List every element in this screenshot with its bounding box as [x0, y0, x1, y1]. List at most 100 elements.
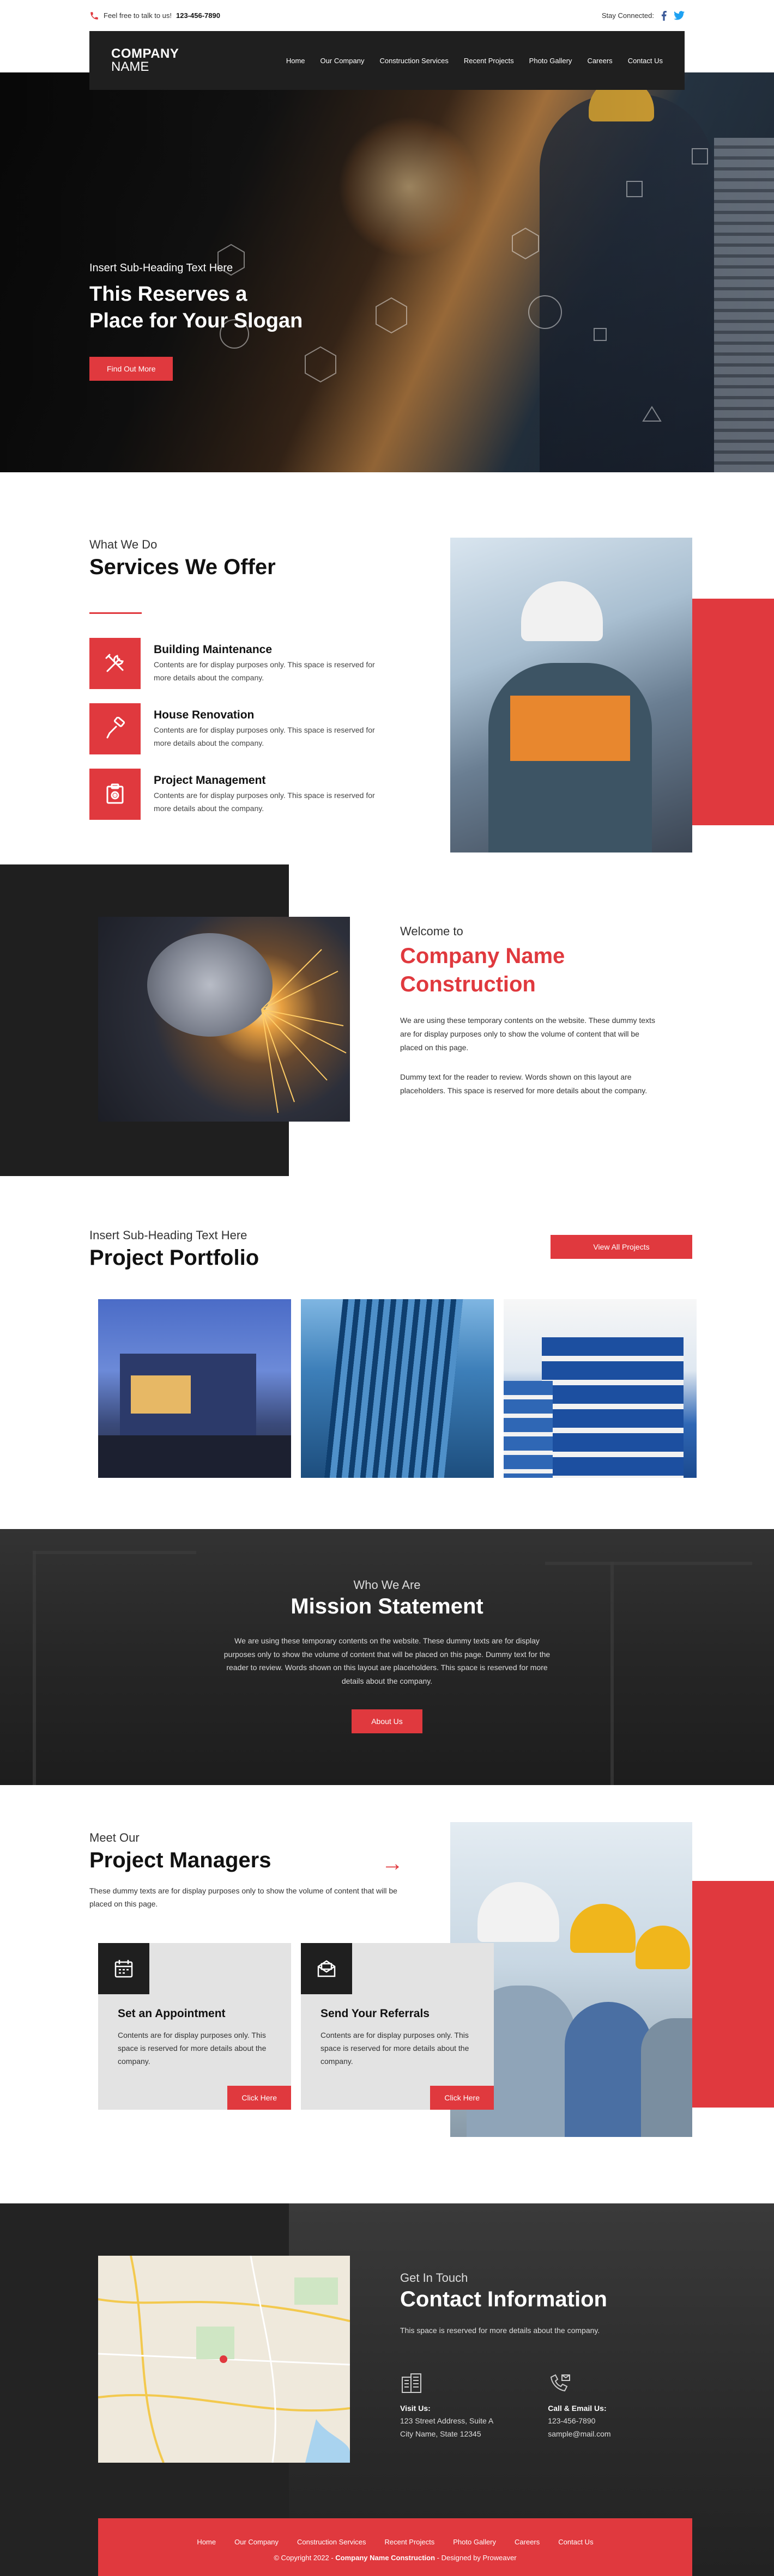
photo-helmet-yellow-2	[636, 1926, 690, 1969]
portfolio-image-apartments[interactable]	[504, 1299, 697, 1478]
appointment-click-here-button[interactable]: Click Here	[227, 2086, 291, 2110]
twitter-icon[interactable]	[674, 11, 685, 20]
photo-engineer-helmet	[521, 581, 603, 641]
building-icon	[402, 2373, 421, 2393]
contact-phone[interactable]: 123-456-7890	[548, 2416, 595, 2425]
photo-sparks	[261, 949, 347, 1113]
crane-arm-right	[545, 1562, 752, 1565]
footer-links: Home Our Company Construction Services R…	[98, 2518, 692, 2546]
services-accent-block	[692, 599, 774, 825]
map-graphic	[98, 2256, 350, 2463]
footer: Home Our Company Construction Services R…	[98, 2518, 692, 2576]
welcome-section: Welcome to Company Name Construction We …	[0, 864, 774, 1180]
stay-connected-label: Stay Connected:	[601, 11, 654, 20]
portfolio-image-modern-house[interactable]	[98, 1299, 291, 1478]
managers-accent-block	[692, 1881, 774, 2108]
address: 123 Street Address, Suite A City Name, S…	[400, 2415, 493, 2441]
address-line-2: City Name, State 12345	[400, 2429, 481, 2438]
portfolio-grid	[98, 1299, 697, 1478]
mission-eyebrow: Who We Are	[353, 1578, 421, 1592]
about-us-button[interactable]: About Us	[352, 1709, 422, 1733]
managers-heading: Meet Our Project Managers These dummy te…	[89, 1831, 416, 1911]
phone-icon	[90, 11, 98, 20]
main-navbar: COMPANY NAME Home Our Company Constructi…	[89, 31, 685, 90]
welcome-title-line2: Construction	[400, 972, 536, 996]
footer-link-photo-gallery[interactable]: Photo Gallery	[453, 2538, 496, 2546]
photo-person-3	[641, 2018, 692, 2137]
contact-email[interactable]: sample@mail.com	[548, 2429, 610, 2438]
footer-link-home[interactable]: Home	[197, 2538, 216, 2546]
services-eyebrow: What We Do	[89, 538, 158, 551]
photo-helmet-white	[477, 1882, 559, 1942]
view-all-projects-button[interactable]: View All Projects	[551, 1235, 692, 1259]
referrals-card: Send Your Referrals Contents are for dis…	[301, 1943, 494, 2110]
managers-title: Project Managers	[89, 1848, 271, 1872]
welcome-title-line1: Company Name	[400, 944, 565, 968]
crane-silhouette-right	[610, 1562, 614, 1785]
photo-helmet-yellow-1	[570, 1904, 636, 1953]
crane-arm-left	[33, 1551, 196, 1554]
service-text: Contents are for display purposes only. …	[154, 791, 375, 813]
services-left-column: What We Do Services We Offer Building Ma…	[89, 538, 395, 834]
call-details: 123-456-7890 sample@mail.com	[548, 2415, 610, 2441]
call-info: Call & Email Us: 123-456-7890 sample@mai…	[548, 2373, 611, 2441]
contact-title: Contact Information	[400, 2287, 607, 2311]
footer-link-careers[interactable]: Careers	[515, 2538, 540, 2546]
managers-cards: Set an Appointment Contents are for disp…	[98, 1943, 494, 2110]
location-map[interactable]	[98, 2256, 350, 2463]
phone-mail-icon	[551, 2374, 571, 2392]
hero-content: Insert Sub-Heading Text Here This Reserv…	[89, 262, 303, 381]
services-engineer-photo	[450, 538, 692, 852]
arrow-right-icon[interactable]: →	[382, 1852, 403, 1876]
calendar-icon	[98, 1943, 149, 1994]
top-bar-contact: Feel free to talk to us! 123-456-7890	[89, 11, 220, 21]
managers-description: These dummy texts are for display purpos…	[89, 1886, 397, 1908]
contact-text: Get In Touch Contact Information This sp…	[400, 2271, 673, 2441]
hero-slogan: This Reserves a Place for Your Slogan	[89, 281, 303, 335]
card-title: Send Your Referrals	[321, 2007, 430, 2020]
photo-person-2	[565, 2002, 652, 2137]
top-bar: Feel free to talk to us! 123-456-7890 St…	[89, 0, 685, 31]
facebook-icon[interactable]	[661, 10, 667, 21]
footer-link-recent-projects[interactable]: Recent Projects	[384, 2538, 434, 2546]
phone-number[interactable]: 123-456-7890	[176, 11, 220, 20]
portfolio-heading: Insert Sub-Heading Text Here Project Por…	[89, 1228, 259, 1270]
copyright-company: Company Name Construction	[335, 2554, 436, 2562]
contact-section: Get In Touch Contact Information This sp…	[0, 2203, 774, 2576]
portfolio-image-tower[interactable]	[301, 1299, 494, 1478]
crane-silhouette-left	[33, 1551, 36, 1785]
social-links: Stay Connected:	[601, 10, 685, 21]
referrals-click-here-button[interactable]: Click Here	[430, 2086, 494, 2110]
service-text: Contents are for display purposes only. …	[154, 726, 375, 747]
logo-line2: NAME	[111, 59, 149, 74]
card-title: Set an Appointment	[118, 2007, 226, 2020]
service-item[interactable]: Building Maintenance Contents are for di…	[89, 638, 395, 703]
hero-banner: Insert Sub-Heading Text Here This Reserv…	[0, 72, 774, 472]
service-item[interactable]: House Renovation Contents are for displa…	[89, 703, 395, 769]
nav-recent-projects[interactable]: Recent Projects	[464, 57, 514, 65]
service-title: Building Maintenance	[154, 643, 273, 656]
tools-icon	[89, 638, 141, 689]
nav-photo-gallery[interactable]: Photo Gallery	[529, 57, 572, 65]
welcome-paragraph-2: Dummy text for the reader to review. Wor…	[400, 1072, 648, 1095]
nav-contact-us[interactable]: Contact Us	[628, 57, 663, 65]
footer-link-contact-us[interactable]: Contact Us	[558, 2538, 593, 2546]
nav-home[interactable]: Home	[286, 57, 305, 65]
nav-careers[interactable]: Careers	[587, 57, 612, 65]
footer-link-our-company[interactable]: Our Company	[234, 2538, 279, 2546]
main-nav: Home Our Company Construction Services R…	[286, 57, 663, 65]
card-text: Contents are for display purposes only. …	[321, 2031, 469, 2066]
nav-our-company[interactable]: Our Company	[321, 57, 365, 65]
service-title: House Renovation	[154, 709, 255, 721]
find-out-more-button[interactable]: Find Out More	[89, 356, 173, 381]
welcome-grinder-photo	[98, 917, 350, 1122]
nav-construction-services[interactable]: Construction Services	[379, 57, 448, 65]
company-logo[interactable]: COMPANY NAME	[111, 47, 179, 74]
service-item[interactable]: Project Management Contents are for disp…	[89, 769, 395, 834]
portfolio-title: Project Portfolio	[89, 1246, 259, 1270]
hero-slogan-line1: This Reserves a	[89, 283, 247, 306]
footer-link-construction-services[interactable]: Construction Services	[297, 2538, 366, 2546]
designed-by: - Designed by Proweaver	[437, 2554, 517, 2562]
services-title: Services We Offer	[89, 555, 276, 579]
paint-roller-icon	[89, 703, 141, 754]
